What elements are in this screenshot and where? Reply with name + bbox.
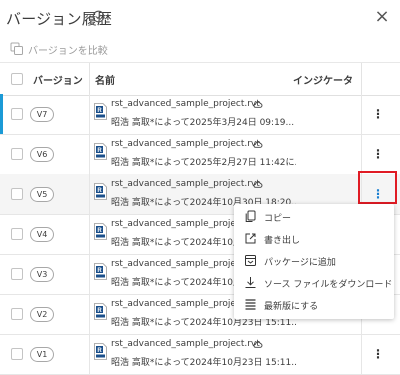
- version-badge: V2: [30, 307, 54, 322]
- context-menu: コピー 書き出し パッケージに追加 ソース ファイルをダウンロード 最新版にする: [234, 204, 394, 319]
- column-name[interactable]: 名前: [95, 72, 115, 87]
- compare-icon: [10, 42, 23, 55]
- file-name-link[interactable]: rst_advanced_sample_project.rvt: [111, 179, 260, 189]
- cloud-icon: [253, 101, 263, 108]
- svg-text:R: R: [97, 268, 102, 274]
- revit-file-icon: R: [94, 143, 107, 160]
- menu-item-download-source[interactable]: ソース ファイルをダウンロード: [234, 272, 394, 294]
- menu-item-label: パッケージに追加: [264, 258, 336, 268]
- svg-text:R: R: [97, 148, 102, 154]
- cloud-icon: [253, 141, 263, 148]
- column-divider: [361, 63, 362, 95]
- menu-item-copy[interactable]: コピー: [234, 206, 394, 228]
- menu-item-label: 最新版にする: [264, 302, 319, 312]
- file-name-link[interactable]: rst_advanced_sample_project.rvt: [111, 99, 260, 109]
- dialog-header: バージョン履歴 ×: [0, 0, 400, 36]
- column-divider: [89, 294, 90, 334]
- version-badge: V4: [30, 227, 54, 242]
- svg-text:R: R: [97, 108, 102, 114]
- revit-file-icon: R: [94, 103, 107, 120]
- svg-text:R: R: [97, 308, 102, 314]
- row-checkbox[interactable]: [11, 308, 23, 320]
- revit-file-icon: R: [94, 303, 107, 320]
- more-options-button[interactable]: ⋮: [372, 346, 384, 362]
- column-divider: [89, 334, 90, 374]
- table-header: バージョン 名前 インジケータ: [0, 62, 400, 96]
- file-name-link[interactable]: rst_advanced_sample_project.rvt: [111, 339, 260, 349]
- version-badge: V1: [30, 347, 54, 362]
- column-divider: [361, 94, 362, 134]
- version-meta: 昭浩 高取*によって2024年10月23日 15:11...: [111, 358, 296, 368]
- promote-icon: [245, 299, 256, 310]
- column-indicator[interactable]: インジケータ: [293, 72, 353, 87]
- version-badge: V3: [30, 267, 54, 282]
- version-meta: 昭浩 高取*によって2025年3月24日 09:19...: [111, 118, 295, 128]
- cloud-icon: [253, 341, 263, 348]
- version-badge: V5: [30, 187, 54, 202]
- revit-file-icon: R: [94, 183, 107, 200]
- row-checkbox[interactable]: [11, 108, 23, 120]
- column-divider: [89, 94, 90, 134]
- file-name-link[interactable]: rst_advanced_sample_project.rvt: [111, 139, 260, 149]
- revit-file-icon: R: [94, 343, 107, 360]
- menu-item-label: コピー: [264, 214, 292, 224]
- column-version[interactable]: バージョン: [33, 72, 83, 87]
- package-icon: [245, 255, 256, 266]
- check-circle-icon: [92, 10, 105, 23]
- menu-item-label: ソース ファイルをダウンロード: [264, 280, 393, 290]
- column-divider: [89, 254, 90, 294]
- compare-versions-button[interactable]: バージョンを比較: [28, 42, 108, 57]
- row-checkbox[interactable]: [11, 148, 23, 160]
- column-divider: [361, 134, 362, 174]
- more-options-button[interactable]: ⋮: [372, 106, 384, 122]
- menu-item-add-to-package[interactable]: パッケージに追加: [234, 250, 394, 272]
- row-checkbox[interactable]: [11, 348, 23, 360]
- version-row[interactable]: V6 Rrst_advanced_sample_project.rvt 昭浩 高取*…: [0, 134, 400, 175]
- svg-text:R: R: [97, 228, 102, 234]
- menu-item-label: 書き出し: [264, 236, 301, 246]
- export-icon: [245, 233, 256, 244]
- revit-file-icon: R: [94, 263, 107, 280]
- svg-text:R: R: [97, 188, 102, 194]
- download-icon: [245, 277, 256, 288]
- column-divider: [89, 174, 90, 214]
- column-divider: [89, 63, 90, 95]
- select-all-checkbox[interactable]: [11, 73, 23, 85]
- version-row[interactable]: V7 Rrst_advanced_sample_project.rvt 昭浩 高取*…: [0, 94, 400, 135]
- column-divider: [89, 134, 90, 174]
- more-button-highlight: [358, 171, 397, 204]
- column-divider: [361, 334, 362, 374]
- version-meta: 昭浩 高取*によって2025年2月27日 11:42に...: [111, 158, 296, 168]
- row-checkbox[interactable]: [11, 268, 23, 280]
- column-divider: [89, 214, 90, 254]
- menu-item-promote[interactable]: 最新版にする: [234, 294, 394, 316]
- version-badge: V6: [30, 147, 54, 162]
- version-badge: V7: [30, 107, 54, 122]
- row-checkbox[interactable]: [11, 188, 23, 200]
- close-button[interactable]: ×: [372, 7, 392, 27]
- svg-text:R: R: [97, 348, 102, 354]
- copy-icon: [245, 210, 256, 222]
- revit-file-icon: R: [94, 223, 107, 240]
- current-version-indicator: [0, 94, 3, 134]
- menu-item-export[interactable]: 書き出し: [234, 228, 394, 250]
- more-options-button[interactable]: ⋮: [372, 146, 384, 162]
- row-checkbox[interactable]: [11, 228, 23, 240]
- cloud-icon: [253, 181, 263, 188]
